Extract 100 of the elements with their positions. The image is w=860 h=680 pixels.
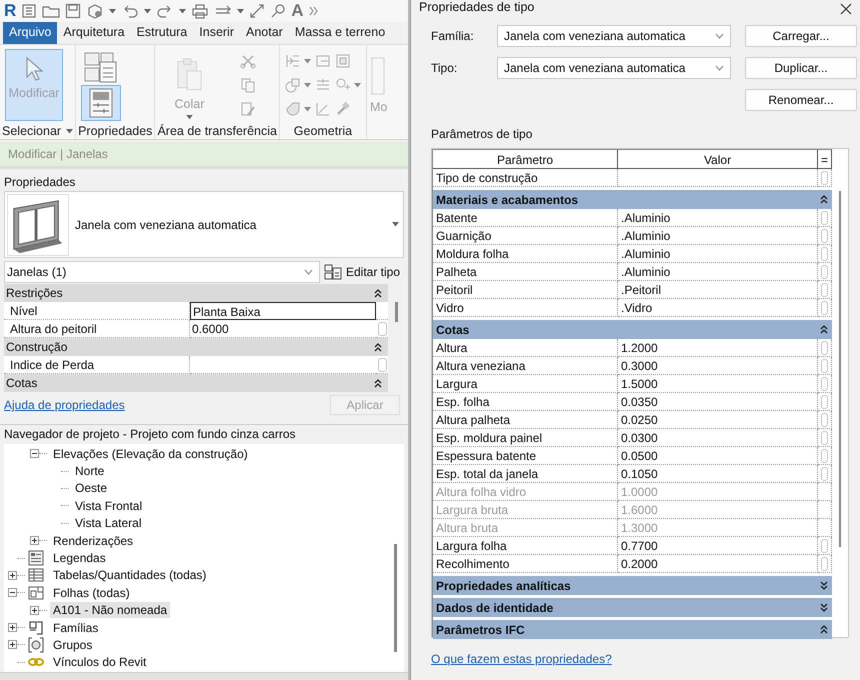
family-dropdown[interactable]: Janela com veneziana automatica <box>497 25 731 47</box>
collapse-icon[interactable] <box>820 195 828 204</box>
parameter-link-button[interactable] <box>821 538 828 552</box>
close-icon[interactable] <box>840 3 852 15</box>
parameter-link-button[interactable] <box>821 210 828 224</box>
parameter-link-button[interactable] <box>821 430 828 444</box>
parameter-link-button[interactable] <box>821 394 828 408</box>
filter-dropdown[interactable]: Janelas (1) <box>4 261 320 283</box>
parameter-link-button[interactable] <box>821 448 828 462</box>
ribbon-tab[interactable]: Arquivo <box>3 22 58 44</box>
group-header[interactable]: Restrições <box>4 284 388 302</box>
parameter-link-button[interactable] <box>821 246 828 260</box>
help-link[interactable]: Ajuda de propriedades <box>4 398 125 412</box>
tree-item[interactable]: Vínculos do Revit <box>50 654 150 670</box>
tree-item[interactable]: Elevações (Elevação da construção) <box>50 446 251 462</box>
parameter-link-button[interactable] <box>378 358 386 372</box>
dialog-button[interactable]: Duplicar... <box>745 57 857 79</box>
ribbon-tab[interactable]: Inserir <box>193 22 240 44</box>
tree-item[interactable]: Norte <box>72 463 108 480</box>
collapse-toggle[interactable] <box>8 588 17 598</box>
scrollbar-thumb[interactable] <box>395 302 398 322</box>
parameter-value[interactable]: 0.3000 <box>618 357 818 375</box>
expand-toggle[interactable] <box>8 570 17 580</box>
text-tool-button[interactable]: A <box>291 1 304 21</box>
type-dropdown[interactable]: Janela com veneziana automatica <box>497 57 731 79</box>
parameter-value[interactable]: 0.1050 <box>618 465 818 483</box>
type-selector[interactable]: Janela com veneziana automatica <box>4 191 404 258</box>
parameter-value[interactable]: .Peitoril <box>618 281 818 299</box>
parameter-value[interactable]: 0.7700 <box>618 537 818 555</box>
parameter-value[interactable]: .Aluminio <box>618 227 818 245</box>
tree-item[interactable]: Vista Frontal <box>72 498 146 514</box>
scrollbar-thumb[interactable] <box>839 191 841 547</box>
column-header[interactable]: = <box>818 149 832 169</box>
group-header[interactable]: Materiais e acabamentos <box>433 190 832 209</box>
parameter-value[interactable]: 0.0350 <box>618 393 818 411</box>
column-header[interactable]: Valor <box>618 149 818 169</box>
panel-label[interactable]: Geometria <box>294 124 352 138</box>
tree-item[interactable]: Legendas <box>50 550 109 566</box>
parameter-link-button[interactable] <box>821 376 828 390</box>
parameter-link-button[interactable] <box>821 556 828 570</box>
edit-type-button[interactable]: Editar tipo <box>324 264 404 280</box>
group-header[interactable]: Dados de identidade <box>433 598 832 617</box>
parameter-link-button[interactable] <box>821 300 828 314</box>
parameter-link-button[interactable] <box>378 322 386 336</box>
ribbon-tab[interactable]: Anotar <box>240 22 289 44</box>
parameter-link-button[interactable] <box>821 264 828 278</box>
panel-label[interactable]: Área de transferência <box>157 124 277 138</box>
expand-toggle[interactable] <box>30 536 39 546</box>
collapse-icon[interactable] <box>820 325 828 334</box>
parameter-value[interactable]: 0.2000 <box>618 555 818 573</box>
collapse-icon[interactable] <box>374 342 382 352</box>
printer-icon[interactable] <box>191 3 210 19</box>
parameter-value[interactable]: .Aluminio <box>618 263 818 281</box>
parameter-value[interactable]: .Aluminio <box>618 245 818 263</box>
properties-button[interactable] <box>81 85 122 121</box>
expand-icon[interactable] <box>820 581 828 590</box>
tree-item[interactable]: Grupos <box>50 636 96 653</box>
dialog-button[interactable]: Renomear... <box>745 89 857 111</box>
parameter-link-button[interactable] <box>821 170 828 184</box>
value-field[interactable]: Planta Baixa <box>190 302 376 320</box>
parameter-value[interactable] <box>618 169 818 187</box>
parameter-value[interactable]: 0.0500 <box>618 447 818 465</box>
collapse-icon[interactable] <box>374 378 382 388</box>
panel-label[interactable]: Propriedades <box>78 124 152 138</box>
group-header[interactable]: Cotas <box>4 374 388 392</box>
parameter-link-button[interactable] <box>821 228 828 242</box>
tree-item[interactable]: Tabelas/Quantidades (todas) <box>50 567 210 584</box>
expand-toggle[interactable] <box>30 606 39 615</box>
group-header[interactable]: Propriedades analíticas <box>433 576 832 595</box>
tree-item[interactable]: Oeste <box>72 480 110 496</box>
help-link[interactable]: O que fazem estas propriedades? <box>431 652 612 666</box>
panel-label[interactable]: Selecionar <box>2 124 62 138</box>
parameter-value[interactable]: 0.0300 <box>618 429 818 447</box>
group-header[interactable]: Construção <box>4 338 388 356</box>
collapse-icon[interactable] <box>820 625 828 634</box>
list-icon[interactable] <box>21 3 38 19</box>
tree-item[interactable]: Vista Lateral <box>72 515 144 532</box>
ribbon-tab[interactable]: Arquitetura <box>57 22 131 44</box>
parameter-link-button[interactable] <box>821 466 828 480</box>
parameter-link-button[interactable] <box>821 340 828 354</box>
overflow-icon[interactable] <box>308 6 319 16</box>
parameter-value[interactable]: .Aluminio <box>618 209 818 227</box>
expand-toggle[interactable] <box>8 623 17 632</box>
dialog-button[interactable]: Carregar... <box>745 25 857 47</box>
parameter-value[interactable]: 1.2000 <box>618 339 818 357</box>
group-header[interactable]: Cotas <box>433 320 832 339</box>
parameter-value[interactable]: 1.5000 <box>618 375 818 393</box>
tree-item[interactable]: Renderizações <box>50 532 136 549</box>
collapse-toggle[interactable] <box>30 449 39 458</box>
ribbon-tab[interactable]: Estrutura <box>130 22 194 44</box>
collapse-icon[interactable] <box>374 288 382 298</box>
parameter-link-button[interactable] <box>821 412 828 426</box>
parameter-value[interactable]: 0.0250 <box>618 411 818 429</box>
save-icon[interactable] <box>65 3 82 19</box>
app-logo[interactable]: R <box>4 1 16 21</box>
scrollbar-thumb[interactable] <box>394 544 397 652</box>
cube-icon[interactable] <box>86 3 104 19</box>
tree-item[interactable]: A101 - Não nomeada <box>50 602 170 618</box>
group-header[interactable]: Parâmetros IFC <box>433 620 832 639</box>
parameter-link-button[interactable] <box>821 358 828 372</box>
